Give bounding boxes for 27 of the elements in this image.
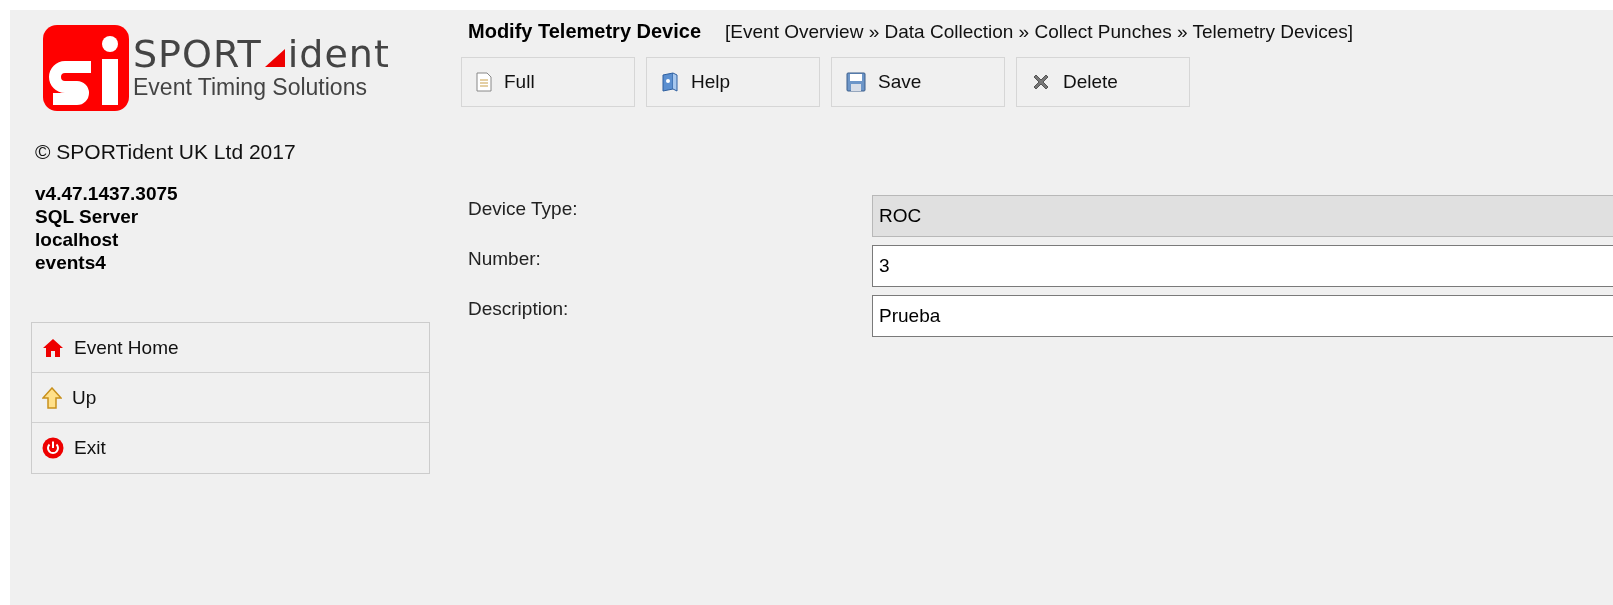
field-label: Device Type: xyxy=(468,197,579,220)
field-label: Description: xyxy=(468,297,570,320)
info-line: localhost xyxy=(35,228,120,251)
breadcrumb: [Event Overview » Data Collection » Collect Punches » Telemetry Devices] xyxy=(725,21,1354,43)
toolbar-button[interactable]: Delete xyxy=(1016,57,1190,107)
document-icon xyxy=(476,72,492,92)
copyright-text: © SPORTident UK Ltd 2017 xyxy=(35,140,297,164)
input-field[interactable]: Prueba xyxy=(872,295,1613,337)
logo-tagline: Event Timing Solutions xyxy=(133,74,368,101)
logo-icon xyxy=(43,24,129,111)
toolbar-button[interactable]: Full xyxy=(461,57,635,107)
info-line: events4 xyxy=(35,251,107,274)
toolbar-button[interactable]: Help xyxy=(646,57,820,107)
info-line: v4.47.1437.3075 xyxy=(35,182,179,205)
power-icon xyxy=(42,437,64,459)
input-field[interactable]: 3 xyxy=(872,245,1613,287)
book-icon xyxy=(661,72,679,92)
toolbar-button[interactable]: Save xyxy=(831,57,1005,107)
up-arrow-icon xyxy=(42,386,62,409)
delete-icon xyxy=(1031,72,1051,92)
field-label: Number: xyxy=(468,247,542,270)
page-title: Modify Telemetry Device xyxy=(468,20,702,43)
house-icon xyxy=(42,337,64,358)
info-line: SQL Server xyxy=(35,205,140,228)
brand-name: ident xyxy=(287,34,390,74)
triangle-icon xyxy=(264,49,285,67)
brand-name: SPORT xyxy=(133,34,262,74)
